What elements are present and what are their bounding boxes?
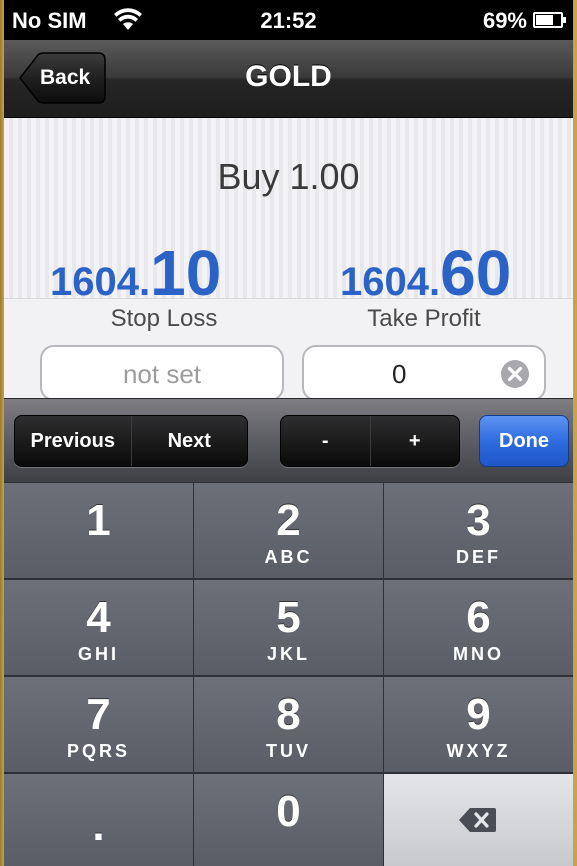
stepper-control: - + xyxy=(280,415,460,467)
order-label: Buy 1.00 xyxy=(217,156,360,197)
key-digit: 9 xyxy=(466,690,491,739)
stop-loss-field[interactable]: not set xyxy=(40,345,284,401)
take-profit-value: 0 xyxy=(392,359,407,389)
key-letters: MNO xyxy=(453,644,504,664)
key-digit: 5 xyxy=(276,593,301,642)
plus-button[interactable]: + xyxy=(369,416,460,466)
key-9[interactable]: 9 WXYZ xyxy=(384,677,573,772)
stop-loss-label: Stop Loss xyxy=(110,305,218,332)
key-2[interactable]: 2 ABC xyxy=(194,483,383,578)
key-digit: 1 xyxy=(86,496,111,545)
key-digit: 4 xyxy=(86,593,111,642)
numeric-keypad: 1 2 ABC 3 DEF 4 GHI 5 JKL 6 MNO 7 PQRS 8 TUV 9W… xyxy=(4,482,573,866)
status-bar: No SIM 21:52 69% xyxy=(4,0,573,40)
key-digit: 0 xyxy=(276,787,301,836)
key-1[interactable]: 1 xyxy=(4,483,193,578)
key-letters: GHI xyxy=(77,644,119,664)
key-0[interactable]: 0 xyxy=(194,774,383,866)
navigation-bar: Back GOLD xyxy=(4,40,573,118)
delete-key[interactable] xyxy=(384,774,573,866)
key-5[interactable]: 5 JKL xyxy=(194,580,383,675)
sl-tp-panel: Stop Loss Take Profit not set 0 xyxy=(4,298,573,401)
key-letters: ABC xyxy=(264,547,313,567)
key-digit: 7 xyxy=(86,690,111,739)
key-digit: 2 xyxy=(276,496,301,545)
key-letters: DEF xyxy=(456,547,501,567)
clear-icon[interactable] xyxy=(500,359,530,389)
key-6[interactable]: 6 MNO xyxy=(384,580,573,675)
key-8[interactable]: 8 TUV xyxy=(194,677,383,772)
take-profit-field[interactable]: 0 xyxy=(302,345,546,401)
key-letters: TUV xyxy=(266,741,311,761)
key-letters: PQRS xyxy=(66,741,130,761)
key-digit: 3 xyxy=(466,496,491,545)
key-digit: 8 xyxy=(276,690,301,739)
previous-button[interactable]: Previous xyxy=(15,416,131,466)
key-3[interactable]: 3 DEF xyxy=(384,483,573,578)
prev-next-control: Previous Next xyxy=(14,415,248,467)
backspace-icon xyxy=(459,808,496,832)
key-letters: JKL xyxy=(266,644,310,664)
page-title: GOLD xyxy=(245,60,332,93)
done-button[interactable]: Done xyxy=(479,415,569,467)
battery-percent: 69% xyxy=(482,8,527,33)
key-4[interactable]: 4 GHI xyxy=(4,580,193,675)
take-profit-label: Take Profit xyxy=(367,305,481,332)
battery-icon xyxy=(533,12,566,28)
key-digit: . xyxy=(92,801,105,850)
minus-button[interactable]: - xyxy=(281,416,370,466)
key-digit: 6 xyxy=(466,593,491,642)
key-decimal[interactable]: . xyxy=(4,774,193,866)
key-letters: WXYZ xyxy=(446,741,511,761)
next-button[interactable]: Next xyxy=(130,416,248,466)
keyboard-accessory-bar: Previous Next - + Done xyxy=(4,398,573,482)
key-7[interactable]: 7 PQRS xyxy=(4,677,193,772)
